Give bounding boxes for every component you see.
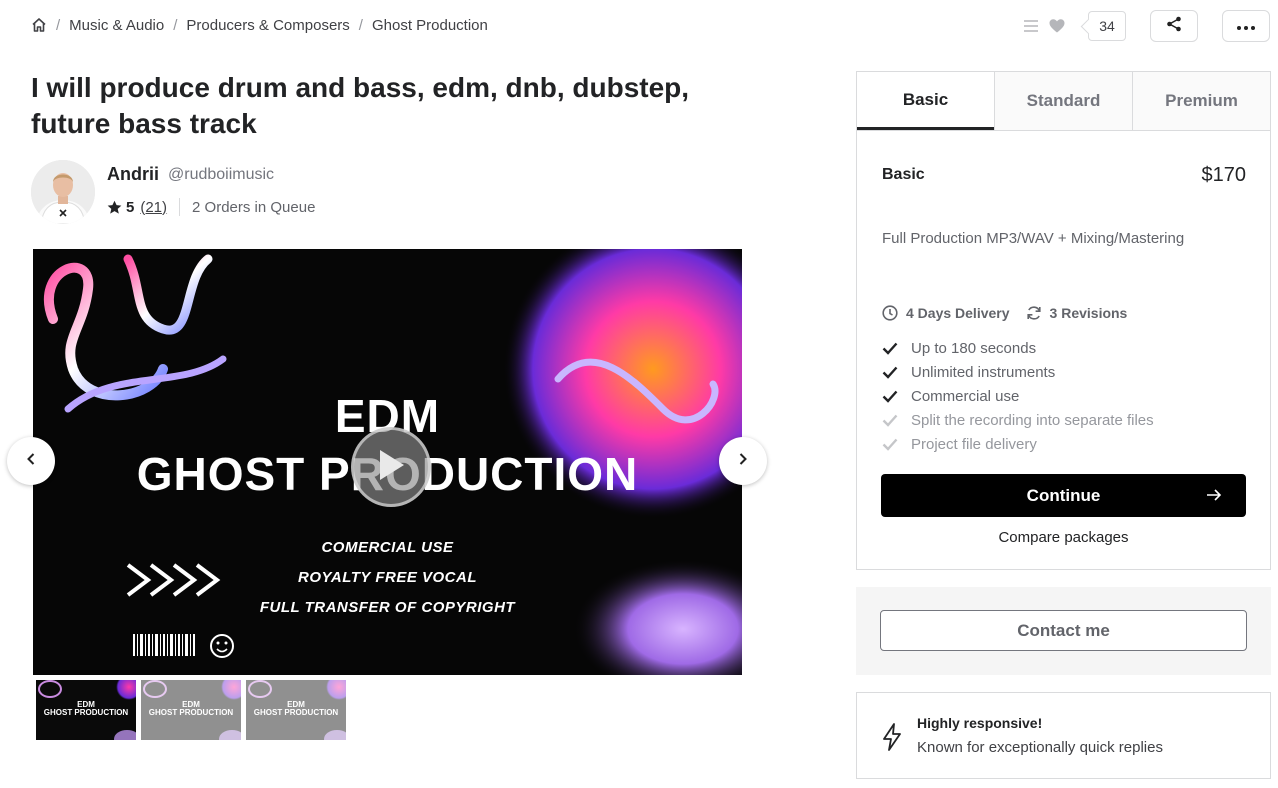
thumbnail-subheading: GHOST PRODUCTION xyxy=(43,708,129,717)
gallery-main-slide[interactable]: EDM GHOST PRODUCTION COMERCIAL USE ROYAL… xyxy=(33,249,742,675)
compare-packages-link[interactable]: Compare packages xyxy=(857,529,1270,546)
like-count: 34 xyxy=(1088,11,1126,41)
seller-handle: @rudboiimusic xyxy=(168,166,275,183)
chevron-left-icon xyxy=(24,452,38,471)
rating-row: 5 (21) 2 Orders in Queue xyxy=(107,198,315,216)
review-count-link[interactable]: (21) xyxy=(140,199,167,216)
breadcrumb-item-ghost-production[interactable]: Ghost Production xyxy=(372,17,488,34)
divider xyxy=(179,198,181,216)
thumbnail-heading: EDM xyxy=(182,700,200,709)
delivery-time: 4 Days Delivery xyxy=(906,305,1010,321)
breadcrumb: / Music & Audio / Producers & Composers … xyxy=(31,14,488,36)
contact-me-button[interactable]: Contact me xyxy=(880,610,1247,651)
heart-icon[interactable] xyxy=(1048,17,1066,35)
slide-feature-royalty-free: ROYALTY FREE VOCAL xyxy=(297,569,477,586)
slide-feature-copyright: FULL TRANSFER OF COPYRIGHT xyxy=(259,599,516,616)
package-description: Full Production MP3/WAV + Mixing/Masteri… xyxy=(882,230,1185,247)
feature-item: Project file delivery xyxy=(882,432,1154,456)
lightning-icon xyxy=(881,723,903,751)
feature-item: Commercial use xyxy=(882,384,1154,408)
orders-in-queue: 2 Orders in Queue xyxy=(192,198,316,216)
gallery-thumbnail[interactable]: EDM GHOST PRODUCTION xyxy=(246,680,346,740)
package-name: Basic xyxy=(882,166,925,183)
play-icon xyxy=(376,448,406,487)
check-icon xyxy=(882,364,898,380)
arrow-right-icon xyxy=(1206,487,1222,503)
breadcrumb-item-music-audio[interactable]: Music & Audio xyxy=(69,17,164,34)
responsive-badge: Highly responsive! Known for exceptional… xyxy=(856,692,1271,779)
continue-label: Continue xyxy=(1026,485,1101,505)
avatar[interactable] xyxy=(31,160,95,224)
package-meta: 4 Days Delivery 3 Revisions xyxy=(882,305,1143,321)
more-icon xyxy=(1237,17,1255,35)
collections-control[interactable] xyxy=(1022,17,1066,35)
star-icon xyxy=(107,200,122,215)
check-icon xyxy=(882,436,898,452)
share-icon xyxy=(1166,16,1182,37)
breadcrumb-separator: / xyxy=(56,16,61,34)
list-icon[interactable] xyxy=(1022,17,1040,35)
package-price: $170 xyxy=(1201,164,1247,186)
thumbnail-subheading: GHOST PRODUCTION xyxy=(148,708,234,717)
feature-item: Split the recording into separate files xyxy=(882,408,1154,432)
rating-score: 5 xyxy=(126,198,135,216)
check-icon xyxy=(882,340,898,356)
play-button[interactable] xyxy=(351,427,431,507)
refresh-icon xyxy=(1026,305,1042,321)
tab-premium[interactable]: Premium xyxy=(1132,72,1270,130)
seller-name[interactable]: Andrii xyxy=(107,164,159,185)
feature-list: Up to 180 seconds Unlimited instruments … xyxy=(882,336,1154,456)
tab-basic[interactable]: Basic xyxy=(857,72,994,130)
gallery-thumbnail[interactable]: EDM GHOST PRODUCTION xyxy=(141,680,241,740)
share-button[interactable] xyxy=(1150,10,1198,42)
gallery-prev-button[interactable] xyxy=(7,437,55,485)
slide-feature-commercial: COMERCIAL USE xyxy=(321,539,454,556)
package-tabs: Basic Standard Premium xyxy=(857,72,1270,131)
responsive-subtitle: Known for exceptionally quick replies xyxy=(917,739,1163,756)
breadcrumb-separator: / xyxy=(358,16,363,34)
tab-standard[interactable]: Standard xyxy=(994,72,1132,130)
breadcrumb-separator: / xyxy=(173,16,178,34)
feature-item: Up to 180 seconds xyxy=(882,336,1154,360)
thumbnail-subheading: GHOST PRODUCTION xyxy=(253,708,339,717)
home-icon[interactable] xyxy=(31,17,47,33)
gallery-next-button[interactable] xyxy=(719,437,767,485)
clock-icon xyxy=(882,305,898,321)
gig-title: I will produce drum and bass, edm, dnb, … xyxy=(31,72,690,139)
contact-section: Contact me xyxy=(856,587,1271,675)
gallery-thumbnails: EDM GHOST PRODUCTION EDM GHOST PRODUCTIO… xyxy=(36,680,346,740)
responsive-title: Highly responsive! xyxy=(917,715,1043,731)
thumbnail-heading: EDM xyxy=(287,700,305,709)
breadcrumb-item-producers-composers[interactable]: Producers & Composers xyxy=(186,17,349,34)
more-options-button[interactable] xyxy=(1222,10,1270,42)
top-actions: 34 xyxy=(1022,10,1270,42)
revisions-count: 3 Revisions xyxy=(1049,305,1128,321)
feature-item: Unlimited instruments xyxy=(882,360,1154,384)
gallery-thumbnail[interactable]: EDM GHOST PRODUCTION xyxy=(36,680,136,740)
check-icon xyxy=(882,412,898,428)
continue-button[interactable]: Continue xyxy=(881,474,1246,517)
packages-panel: Basic Standard Premium Basic $170 Full P… xyxy=(856,71,1271,570)
check-icon xyxy=(882,388,898,404)
chevron-right-icon xyxy=(736,452,750,471)
